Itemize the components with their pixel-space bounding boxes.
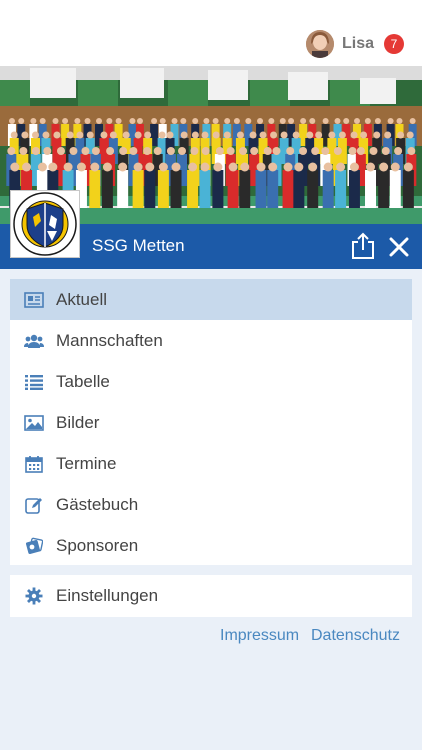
image-icon (24, 413, 44, 433)
settings-panel: Einstellungen (10, 575, 412, 617)
impressum-link[interactable]: Impressum (220, 627, 299, 645)
avatar[interactable] (305, 30, 334, 58)
team-name: SSG Metten (92, 236, 185, 255)
menu-item-bilder[interactable]: Bilder (10, 402, 412, 443)
menu-item-label: Tabelle (56, 371, 110, 391)
menu-item-label: Aktuell (56, 289, 108, 309)
menu-item-einstellungen[interactable]: Einstellungen (10, 575, 412, 617)
menu-item-label: Mannschaften (56, 330, 163, 350)
close-button[interactable] (386, 234, 412, 260)
share-button[interactable] (350, 232, 376, 260)
menu-item-tabelle[interactable]: Tabelle (10, 361, 412, 402)
user-name[interactable]: Lisa (342, 35, 374, 53)
close-icon (389, 237, 409, 257)
edit-icon (24, 495, 44, 515)
calendar-icon (24, 454, 44, 474)
handshake-icon (24, 536, 44, 556)
notification-badge[interactable]: 7 (384, 34, 404, 54)
main-menu: Aktuell Mannschaften Tabelle Bilder Term… (10, 279, 412, 565)
share-icon (352, 232, 374, 259)
menu-item-label: Termine (56, 453, 117, 473)
menu-item-aktuell[interactable]: Aktuell (10, 279, 412, 320)
menu-item-termine[interactable]: Termine (10, 443, 412, 484)
club-logo (10, 190, 80, 258)
menu-item-gaestebuch[interactable]: Gästebuch (10, 484, 412, 525)
top-bar: Lisa 7 (0, 0, 422, 66)
menu-item-label: Sponsoren (56, 535, 139, 555)
settings-label: Einstellungen (56, 586, 159, 605)
menu-item-sponsoren[interactable]: Sponsoren (10, 525, 412, 566)
newspaper-icon (24, 290, 44, 310)
user-profile[interactable]: Lisa 7 (305, 30, 404, 58)
menu-item-mannschaften[interactable]: Mannschaften (10, 320, 412, 361)
users-icon (24, 331, 44, 351)
menu-item-label: Gästebuch (56, 494, 139, 514)
gear-icon (24, 586, 44, 606)
menu-item-label: Bilder (56, 412, 100, 432)
datenschutz-link[interactable]: Datenschutz (311, 627, 400, 645)
footer-links: Impressum Datenschutz (0, 627, 422, 647)
list-icon (24, 372, 44, 392)
